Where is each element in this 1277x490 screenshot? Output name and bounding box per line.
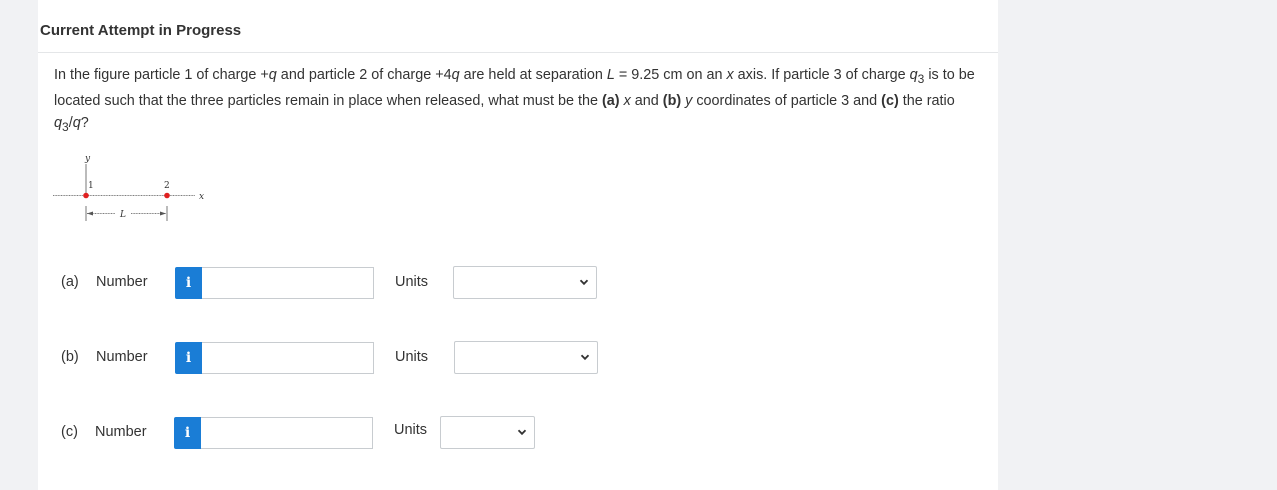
info-button[interactable]: i [175, 267, 202, 299]
info-button[interactable]: i [174, 417, 201, 449]
chevron-down-icon [517, 429, 527, 436]
units-select[interactable] [453, 266, 597, 299]
answer-row-b: (b) Number i Units [38, 341, 658, 375]
page-title: Current Attempt in Progress [40, 22, 242, 39]
part-label: (c) [61, 424, 78, 440]
particle-1-dot [83, 192, 89, 199]
number-input[interactable] [201, 417, 373, 449]
question-card: Current Attempt in Progress In the figur… [38, 0, 998, 490]
question-text: In the figure particle 1 of charge +q an… [54, 67, 975, 134]
part-label: (a) [61, 274, 79, 290]
chevron-down-icon [580, 354, 590, 361]
units-select[interactable] [440, 416, 535, 449]
x-axis-label: x [199, 192, 204, 202]
particle-1-label: 1 [88, 181, 94, 191]
number-input[interactable] [202, 267, 374, 299]
number-label: Number [96, 349, 148, 365]
answer-row-c: (c) Number i Units [38, 416, 658, 450]
charge-figure: y x 1 2 L [53, 154, 204, 221]
particle-2-dot [164, 192, 170, 199]
info-button[interactable]: i [175, 342, 202, 374]
number-label: Number [96, 274, 148, 290]
y-axis-label: y [84, 154, 91, 164]
units-select[interactable] [454, 341, 598, 374]
units-label: Units [394, 422, 428, 438]
number-input[interactable] [202, 342, 374, 374]
header-divider [38, 52, 998, 53]
answer-row-a: (a) Number i Units [38, 266, 658, 300]
units-label: Units [395, 274, 429, 290]
chevron-down-icon [579, 279, 589, 286]
separation-label: L [119, 210, 126, 220]
particle-2-label: 2 [164, 181, 170, 191]
units-label: Units [395, 349, 429, 365]
part-label: (b) [61, 349, 79, 365]
number-label: Number [95, 424, 147, 440]
